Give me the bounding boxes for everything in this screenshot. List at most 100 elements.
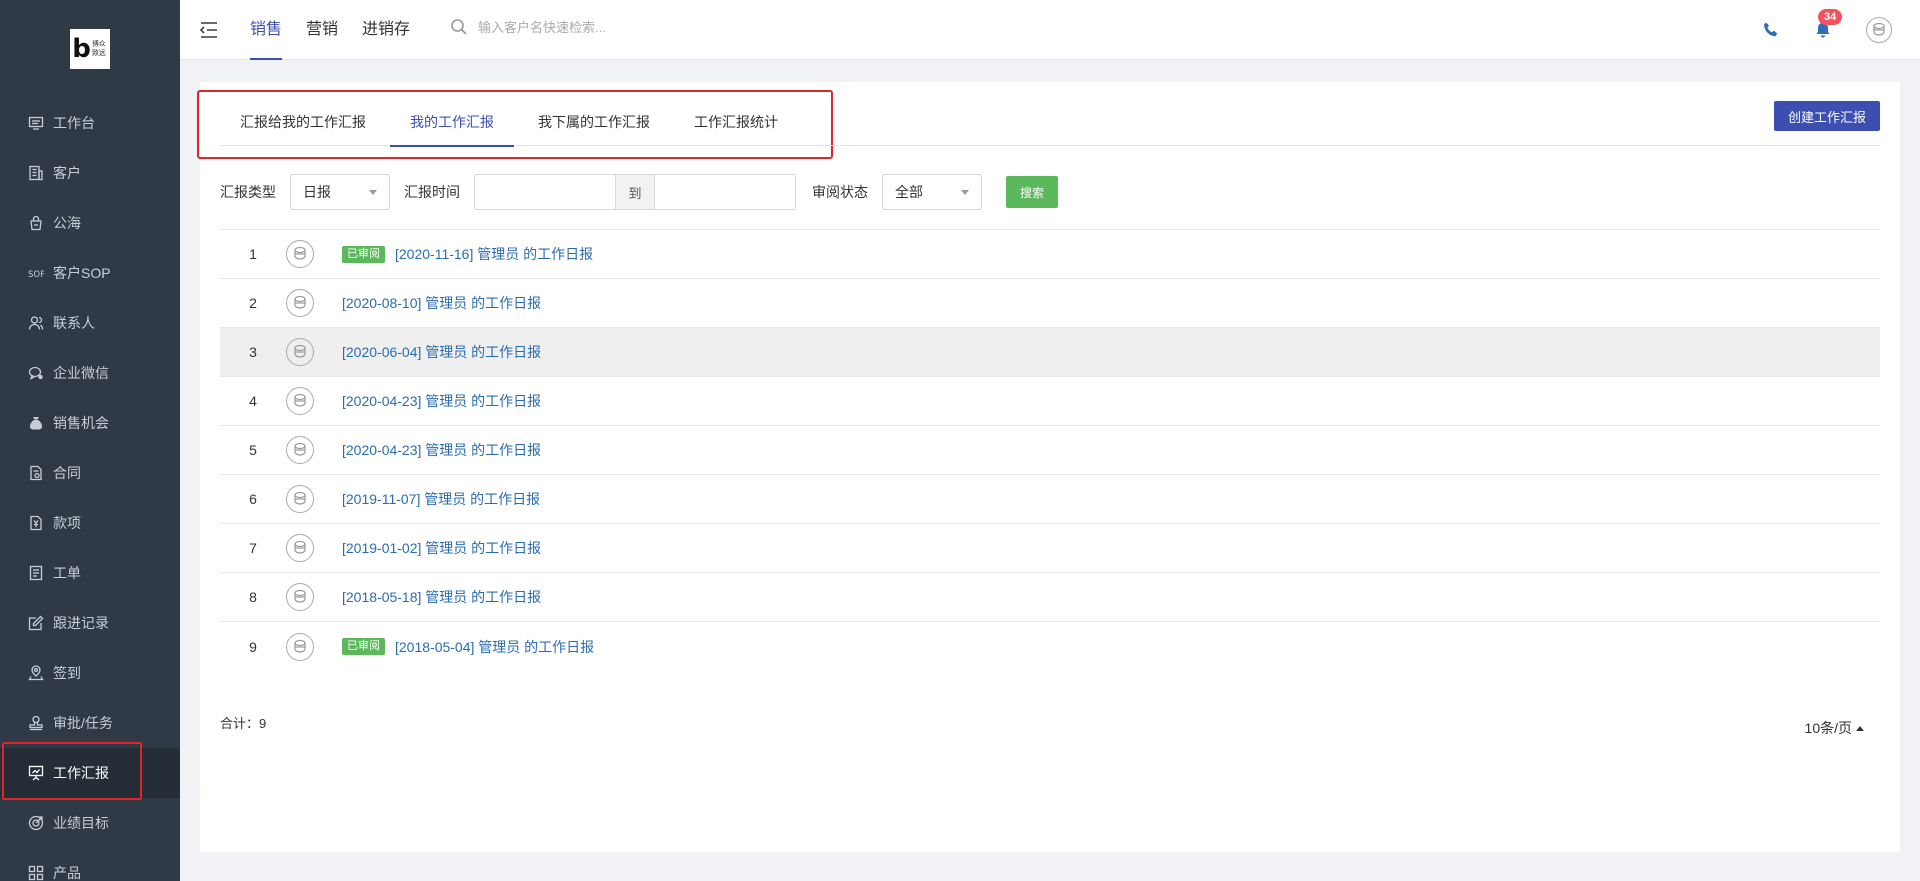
report-title-link[interactable]: [2020-08-10] 管理员 的工作日报 [342,293,541,313]
sidebar-item-label: 合同 [53,465,81,481]
row-number: 5 [249,442,257,458]
wechat-icon [28,366,43,380]
search-icon [451,19,467,35]
sidebar-item-label: 跟进记录 [53,615,109,631]
notifications[interactable]: 34 [1814,9,1843,39]
sidebar-item-label: 企业微信 [53,365,109,381]
avatar [286,240,314,268]
report-title-link[interactable]: [2019-01-02] 管理员 的工作日报 [342,538,541,558]
logo-glyph: b [72,34,91,64]
report-list: 1 已审阅 [2020-11-16] 管理员 的工作日报 2 [2020-08-… [220,229,1880,671]
sidebar-item-label: 业绩目标 [53,815,109,831]
report-title-link[interactable]: [2020-11-16] 管理员 的工作日报 [395,244,593,264]
tab-sales[interactable]: 销售 [250,0,283,60]
sidebar-item-targets[interactable]: 业绩目标 [0,798,180,848]
sidebar-item-contracts[interactable]: 合同 [0,448,180,498]
sidebar-item-work-reports[interactable]: 工作汇报 [0,742,180,800]
avatar-icon [294,442,306,456]
report-row[interactable]: 4 [2020-04-23] 管理员 的工作日报 [220,377,1880,426]
customer-search [450,18,738,36]
top-actions: 34 [1762,0,1892,60]
sop-icon: SOP [28,270,44,280]
sidebar-item-tickets[interactable]: 工单 [0,548,180,598]
sidebar-item-opportunities[interactable]: 销售机会 [0,398,180,448]
sidebar-item-workbench[interactable]: 工作台 [0,98,180,148]
avatar [286,338,314,366]
sidebar: b 博众致远 工作台 客户 公海 SOP 客户SOP 联系人 企业微信 销售机会… [0,0,180,881]
sidebar-item-customer-sop[interactable]: SOP 客户SOP [0,248,180,298]
tab-report-statistics[interactable]: 工作汇报统计 [674,94,798,146]
sidebar-item-label: 工单 [53,565,81,581]
sidebar-item-label: 工作汇报 [53,765,109,781]
menu-collapse-icon[interactable] [198,19,220,41]
tab-marketing[interactable]: 营销 [306,0,338,60]
sidebar-nav: 工作台 客户 公海 SOP 客户SOP 联系人 企业微信 销售机会 合同 款项 … [0,98,180,881]
tab-subordinate-reports[interactable]: 我下属的工作汇报 [518,94,670,146]
row-number: 9 [249,638,257,655]
avatar-icon [294,344,306,358]
presentation-icon [28,765,44,781]
filter-bar: 汇报类型 日报 汇报时间 到 审阅状态 全部 搜索 [220,174,1059,210]
review-status-select[interactable]: 全部 [882,174,982,210]
report-title-link[interactable]: [2018-05-04] 管理员 的工作日报 [395,637,594,657]
moneybag-icon [30,417,42,430]
report-row[interactable]: 3 [2020-06-04] 管理员 的工作日报 [220,328,1880,377]
report-title-link[interactable]: [2019-11-07] 管理员 的工作日报 [342,489,540,509]
report-row[interactable]: 7 [2019-01-02] 管理员 的工作日报 [220,524,1880,573]
row-number: 1 [249,246,257,262]
avatar [286,632,314,661]
report-type-label: 汇报类型 [220,184,276,200]
tab-reports-to-me[interactable]: 汇报给我的工作汇报 [220,94,386,146]
contract-icon [30,465,42,481]
row-number: 3 [249,344,257,360]
report-title-link[interactable]: [2020-04-23] 管理员 的工作日报 [342,391,541,411]
tab-inventory[interactable]: 进销存 [362,0,410,60]
report-row[interactable]: 1 已审阅 [2020-11-16] 管理员 的工作日报 [220,230,1880,279]
caret-up-icon [1856,725,1864,731]
sidebar-item-label: 客户SOP [53,265,111,281]
report-title-link[interactable]: [2020-06-04] 管理员 的工作日报 [342,342,541,362]
sidebar-item-wecom[interactable]: 企业微信 [0,348,180,398]
end-date-input[interactable] [655,175,795,209]
grid-icon [28,865,44,881]
avatar [286,289,314,317]
search-button[interactable]: 搜索 [1006,176,1059,208]
edit-icon [28,615,44,631]
sidebar-item-contacts[interactable]: 联系人 [0,298,180,348]
user-avatar[interactable] [1866,17,1892,43]
report-row[interactable]: 9 已审阅 [2018-05-04] 管理员 的工作日报 [220,622,1880,671]
chevron-down-icon [961,189,969,195]
report-row[interactable]: 8 [2018-05-18] 管理员 的工作日报 [220,573,1880,622]
report-row[interactable]: 5 [2020-04-23] 管理员 的工作日报 [220,426,1880,475]
sidebar-item-approvals[interactable]: 审批/任务 [0,698,180,748]
sidebar-item-products[interactable]: 产品 [0,848,180,881]
logo-text: 博众致远 [91,41,106,57]
report-row[interactable]: 2 [2020-08-10] 管理员 的工作日报 [220,279,1880,328]
target-icon [28,815,44,831]
report-title-link[interactable]: [2018-05-18] 管理员 的工作日报 [342,587,541,607]
start-date-input[interactable] [475,175,615,209]
sidebar-item-check-in[interactable]: 签到 [0,648,180,698]
module-tabs: 销售 营销 进销存 [250,0,434,60]
sidebar-item-label: 签到 [53,665,81,681]
location-icon [28,665,44,681]
bag-icon [30,215,42,231]
sidebar-item-payments[interactable]: 款项 [0,498,180,548]
phone-icon[interactable] [1762,21,1780,39]
reviewed-badge: 已审阅 [342,245,385,263]
customer-search-input[interactable] [478,19,738,35]
page-size-value: 10条/页 [1804,720,1852,736]
date-range: 到 [474,174,796,210]
report-type-select[interactable]: 日报 [290,174,390,210]
report-row[interactable]: 6 [2019-11-07] 管理员 的工作日报 [220,475,1880,524]
logo[interactable]: b 博众致远 [70,29,110,69]
report-title-link[interactable]: [2020-04-23] 管理员 的工作日报 [342,440,541,460]
sidebar-item-customers[interactable]: 客户 [0,148,180,198]
create-report-button[interactable]: 创建工作汇报 [1773,101,1880,131]
sidebar-item-public-pool[interactable]: 公海 [0,198,180,248]
work-report-panel: 汇报给我的工作汇报 我的工作汇报 我下属的工作汇报 工作汇报统计 创建工作汇报 … [197,82,1900,852]
report-type-value: 日报 [303,184,331,200]
sidebar-item-follow-ups[interactable]: 跟进记录 [0,598,180,648]
tab-my-reports[interactable]: 我的工作汇报 [390,94,514,147]
page-size-select[interactable]: 10条/页 [1805,718,1864,738]
